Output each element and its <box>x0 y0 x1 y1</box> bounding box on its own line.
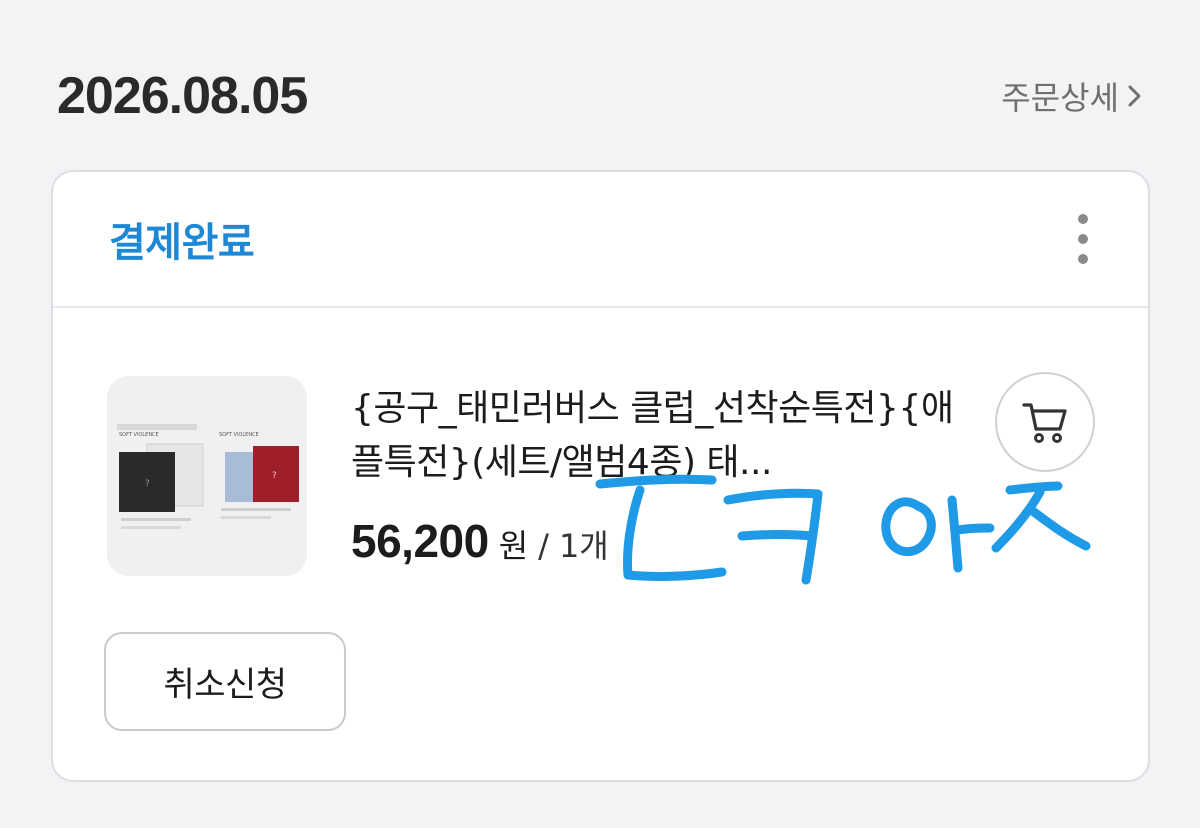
order-card-header: 결제완료 <box>53 172 1148 308</box>
order-detail-label: 주문상세 <box>1001 79 1119 117</box>
svg-text:SOFT VIOLENCE: SOFT VIOLENCE <box>219 432 259 438</box>
order-card: 결제완료 SOFT VIOLENCE ? SOFT VIOLENCE ? {공구… <box>51 170 1150 782</box>
cart-glyph <box>1022 403 1067 443</box>
product-item[interactable]: SOFT VIOLENCE ? SOFT VIOLENCE ? {공구_태민러버… <box>107 376 1107 576</box>
order-detail-link[interactable]: 주문상세 <box>1001 73 1147 119</box>
chevron-right-icon <box>1128 85 1141 107</box>
more-dot <box>1078 254 1088 264</box>
more-options-icon[interactable] <box>1058 204 1108 274</box>
price-separator: / <box>538 527 549 565</box>
cart-icon[interactable] <box>995 372 1095 472</box>
album-cover-image: SOFT VIOLENCE ? SOFT VIOLENCE ? <box>107 376 307 576</box>
price-line: 56,200 원 / 1개 <box>351 514 609 574</box>
svg-text:?: ? <box>272 471 277 481</box>
product-name[interactable]: {공구_태민러버스 클럽_선착순특전}{애플특전}(세트/앨범4종) 태... <box>351 382 961 490</box>
order-header: 2026.08.05 주문상세 <box>57 60 1147 132</box>
more-dot <box>1078 234 1088 244</box>
order-date: 2026.08.05 <box>57 67 308 125</box>
more-dot <box>1078 214 1088 224</box>
cancel-request-button[interactable]: 취소신청 <box>104 632 346 731</box>
quantity: 1개 <box>558 527 609 565</box>
currency-unit: 원 <box>498 527 529 565</box>
payment-status: 결제완료 <box>109 220 255 266</box>
svg-text:?: ? <box>145 479 150 489</box>
product-thumbnail[interactable]: SOFT VIOLENCE ? SOFT VIOLENCE ? <box>107 376 307 576</box>
price-amount: 56,200 <box>351 515 489 567</box>
order-history-page: 2026.08.05 주문상세 결제완료 SOFT VIOLENCE ? SOF… <box>0 0 1200 828</box>
svg-text:SOFT VIOLENCE: SOFT VIOLENCE <box>119 432 159 438</box>
